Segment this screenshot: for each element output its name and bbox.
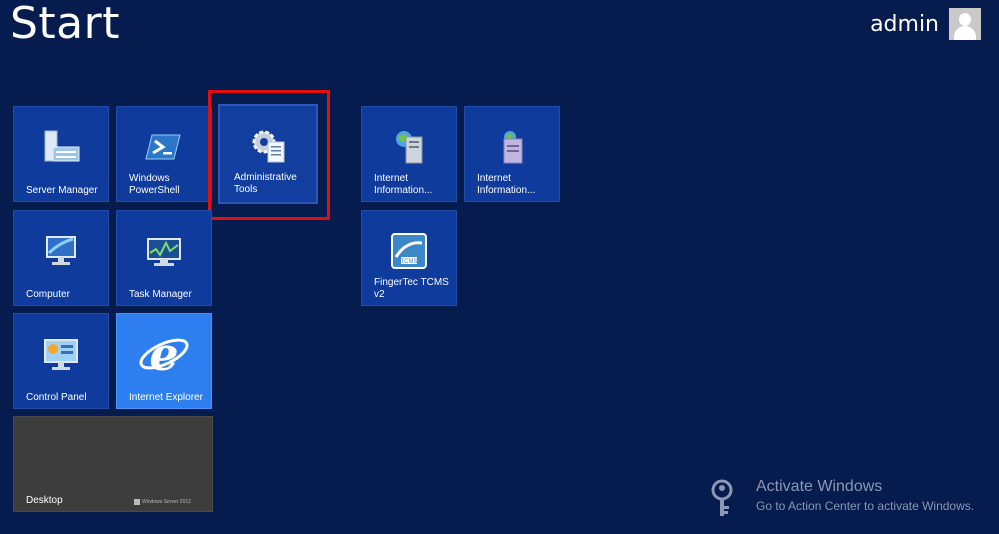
- activate-subtitle: Go to Action Center to activate Windows.: [756, 499, 975, 513]
- tile-label: Task Manager: [129, 289, 192, 300]
- tile-internet-explorer[interactable]: e Internet Explorer: [116, 313, 212, 409]
- control-panel-icon: [44, 339, 78, 370]
- tile-label: Computer: [26, 289, 70, 300]
- user-name[interactable]: admin: [870, 12, 939, 37]
- computer-icon: [46, 236, 76, 265]
- highlight-box: [208, 90, 330, 220]
- task-manager-icon: [147, 238, 181, 266]
- tile-internet-information-1[interactable]: Internet Information...: [361, 106, 457, 202]
- tile-control-panel[interactable]: Control Panel: [13, 313, 109, 409]
- tile-label: Internet Information...: [477, 173, 536, 196]
- key-icon: [711, 479, 733, 516]
- windows-server-logo: Windows Server 2012: [134, 499, 191, 505]
- start-title: Start: [10, 0, 120, 49]
- svg-text:TCMS: TCMS: [401, 259, 418, 265]
- tile-label: Windows PowerShell: [129, 173, 180, 196]
- tile-label: Internet Explorer: [129, 392, 203, 403]
- tile-label: Internet Information...: [374, 173, 433, 196]
- powershell-icon: [145, 134, 181, 160]
- tile-computer[interactable]: Computer: [13, 210, 109, 306]
- tile-desktop[interactable]: Desktop Windows Server 2012: [13, 416, 213, 512]
- tile-fingertec-tcms[interactable]: TCMS FingerTec TCMS v2: [361, 210, 457, 306]
- user-avatar-icon[interactable]: [949, 8, 981, 40]
- tile-internet-information-2[interactable]: Internet Information...: [464, 106, 560, 202]
- activate-title: Activate Windows: [756, 478, 883, 495]
- tile-windows-powershell[interactable]: Windows PowerShell: [116, 106, 212, 202]
- internet-explorer-icon: e: [139, 328, 189, 380]
- iis-manager-icon: [396, 131, 423, 164]
- windows-logo-icon: [134, 499, 140, 505]
- tile-label: Control Panel: [26, 392, 87, 403]
- tile-label: FingerTec TCMS v2: [374, 277, 449, 300]
- fingertec-tcms-icon: TCMS: [391, 233, 427, 269]
- tile-server-manager[interactable]: Server Manager: [13, 106, 109, 202]
- activate-windows-watermark: Activate Windows Go to Action Center to …: [708, 478, 974, 518]
- iis-6-manager-icon: [503, 131, 523, 164]
- svg-text:e: e: [149, 328, 178, 380]
- server-manager-icon: [44, 130, 80, 162]
- tile-label: Server Manager: [26, 185, 98, 196]
- tile-task-manager[interactable]: Task Manager: [116, 210, 212, 306]
- user-account[interactable]: admin: [870, 8, 981, 40]
